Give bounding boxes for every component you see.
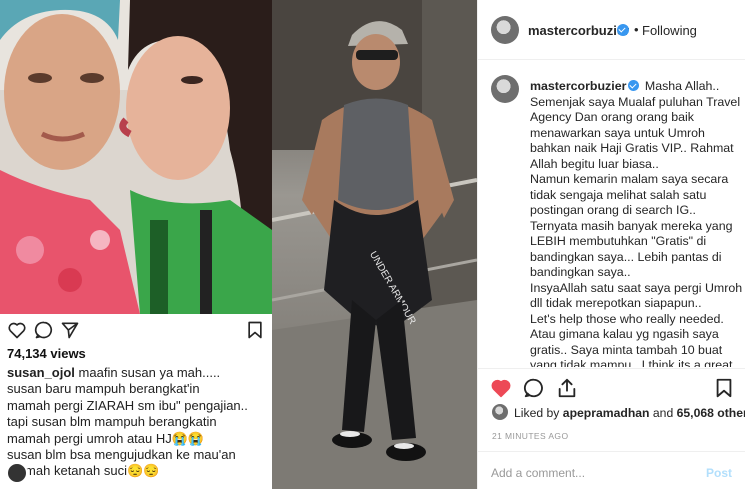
comment-line: Allah begitu luar biasa..	[530, 156, 659, 171]
add-comment-input[interactable]	[491, 466, 691, 480]
timestamp: 21 MINUTES AGO	[492, 431, 569, 441]
post-actions	[478, 368, 745, 404]
heart-filled-icon[interactable]	[490, 377, 512, 399]
mother-daughter-photo-art	[0, 0, 272, 314]
mother-daughter-photo	[0, 0, 272, 314]
comment-line: Agency Dan orang orang baik	[530, 110, 694, 124]
comment-icon[interactable]	[34, 320, 54, 340]
comment-line: tidak sengaja melihat salah satu	[530, 187, 707, 202]
profile-avatar[interactable]	[491, 16, 519, 44]
fitness-man-photo-art: UNDER ARMOUR	[272, 0, 477, 489]
share-icon[interactable]	[556, 377, 578, 399]
liker-username[interactable]: apepramadhan	[563, 406, 650, 420]
comment-line: Namun kemarin malam saya secara	[530, 172, 729, 186]
likes-count[interactable]: 65,068 others	[677, 406, 745, 420]
likes-connector: and	[652, 406, 674, 420]
liker-avatar[interactable]	[492, 404, 508, 420]
post-comment-button[interactable]: Post	[706, 466, 732, 480]
comment-line: Atau gimana kalau yg ngasih saya	[530, 327, 719, 341]
comment-line: gratis.. Saya minta tambah 10 buat	[530, 342, 723, 357]
separator-dot: •	[634, 22, 639, 37]
comment-line: menawarkan saya untuk Umroh	[530, 125, 705, 140]
view-count: 74,134 views	[7, 346, 86, 361]
following-button[interactable]: Following	[642, 23, 697, 38]
add-comment-bar: Post	[478, 451, 745, 489]
caption-text: mastercorbuzier Masha Allah.. Semenjak s…	[530, 79, 742, 367]
comment-line: bandingkan saya... Lebih pantas di	[530, 249, 722, 264]
verified-badge-icon	[628, 80, 640, 91]
likes-prefix: Liked by	[514, 406, 560, 420]
comment-line: bandingkan saya..	[530, 265, 631, 279]
bookmark-icon[interactable]	[245, 320, 265, 340]
post-header: mastercorbuzier • Following	[478, 0, 745, 60]
caption-username[interactable]: susan_ojol	[7, 365, 75, 380]
comment-line: Let's help those who really needed.	[530, 311, 724, 326]
caption-line: mamah pergi ZIARAH sm ibu" pengajian..	[7, 397, 248, 413]
user-avatar[interactable]	[6, 462, 28, 484]
caption-line: mamah pergi umroh atau HJ😭😭	[7, 430, 205, 446]
heart-icon[interactable]	[7, 320, 27, 340]
verified-badge-icon	[617, 24, 629, 36]
comment-avatar[interactable]	[491, 75, 519, 103]
comment-line: bahkan naik Haji Gratis VIP.. Rahmat	[530, 141, 734, 155]
caption-line: tapi susan blm mampuh berangkatin	[7, 414, 217, 430]
fitness-man-photo: UNDER ARMOUR	[272, 0, 477, 489]
comment-line: Ternyata masih banyak mereka yang	[530, 218, 733, 233]
comment-username[interactable]: mastercorbuzier	[530, 79, 626, 93]
comment-line: postingan orang di search IG..	[530, 203, 696, 217]
left-post-caption: susan_ojol maafin susan ya mah..... susa…	[7, 365, 269, 480]
share-icon[interactable]	[60, 320, 80, 340]
left-post-actions	[0, 316, 272, 344]
comment-line: dll tidak merepotkan siapapun..	[530, 296, 702, 310]
comment-line: Semenjak saya Mualaf puluhan Travel	[530, 94, 741, 109]
comment-line: LEBIH membutuhkan "Gratis" di	[530, 234, 707, 248]
comment-line: InsyaAllah satu saat saya pergi Umroh	[530, 280, 743, 295]
caption-comment: mastercorbuzier Masha Allah.. Semenjak s…	[478, 61, 745, 367]
comment-icon[interactable]	[523, 377, 545, 399]
caption-line: susan blm bsa mengujudkan ke mau'an	[7, 447, 236, 463]
bookmark-icon[interactable]	[713, 377, 735, 399]
post-detail-panel: mastercorbuzier • Following mastercorbuz…	[477, 0, 745, 489]
caption-line: susan baru mampuh berangkat'in	[7, 381, 200, 397]
likes-text[interactable]: Liked by apepramadhan and 65,068 others	[514, 406, 745, 420]
comment-line: yang tidak mampu.. I think its a great	[530, 358, 733, 367]
caption-line: mamah ketanah suci😔😔	[7, 463, 160, 479]
comment-line: Masha Allah..	[644, 79, 720, 93]
header-username[interactable]: mastercorbuzier	[528, 23, 629, 38]
left-instagram-post: 74,134 views susan_ojol maafin susan ya …	[0, 0, 272, 489]
caption-line: maafin susan ya mah.....	[78, 365, 221, 380]
